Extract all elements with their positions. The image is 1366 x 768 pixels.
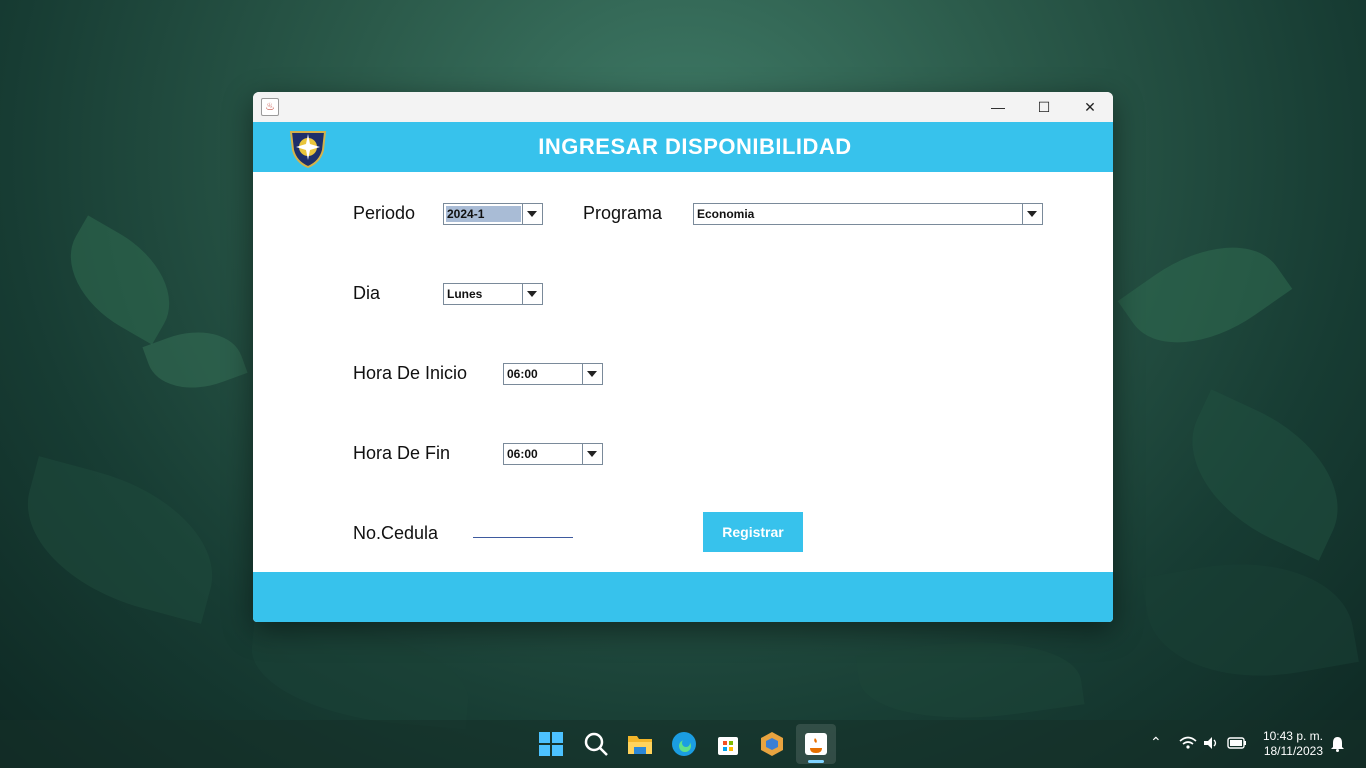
store-icon[interactable] xyxy=(714,730,742,758)
close-button[interactable]: ✕ xyxy=(1067,92,1113,122)
java-cup-icon: ♨ xyxy=(261,98,279,116)
window-titlebar[interactable]: ♨ — ☐ ✕ xyxy=(253,92,1113,122)
hora-fin-select[interactable]: 06:00 xyxy=(503,443,603,465)
volume-icon[interactable] xyxy=(1203,736,1219,750)
chevron-down-icon[interactable] xyxy=(522,284,542,304)
active-indicator xyxy=(808,760,824,763)
programa-select[interactable]: Economia xyxy=(693,203,1043,225)
hora-inicio-label: Hora De Inicio xyxy=(353,363,468,383)
dia-label: Dia xyxy=(353,283,381,303)
cedula-label: No.Cedula xyxy=(353,523,439,543)
box-app-icon[interactable] xyxy=(758,730,786,758)
maximize-button[interactable]: ☐ xyxy=(1021,92,1067,122)
windows-start-icon[interactable] xyxy=(537,730,565,758)
chevron-down-icon[interactable] xyxy=(582,444,602,464)
dia-value: Lunes xyxy=(447,287,483,301)
page-title: INGRESAR DISPONIBILIDAD xyxy=(538,134,852,159)
periodo-label: Periodo xyxy=(353,203,416,223)
minimize-button[interactable]: — xyxy=(975,92,1021,122)
hora-inicio-value: 06:00 xyxy=(507,367,538,381)
cedula-input[interactable] xyxy=(473,517,573,537)
dia-select[interactable]: Lunes xyxy=(443,283,543,305)
battery-icon[interactable] xyxy=(1227,737,1247,749)
periodo-select[interactable]: 2024-1 xyxy=(443,203,543,225)
programa-label: Programa xyxy=(583,203,663,223)
java-app-icon[interactable] xyxy=(802,730,830,758)
chevron-up-icon[interactable]: ⌃ xyxy=(1150,734,1162,751)
chevron-down-icon[interactable] xyxy=(582,364,602,384)
file-explorer-icon[interactable] xyxy=(626,730,654,758)
system-clock[interactable]: 10:43 p. m. 18/11/2023 xyxy=(1263,729,1323,759)
bell-icon[interactable] xyxy=(1330,736,1345,752)
footer-banner xyxy=(253,572,1113,622)
wifi-icon[interactable] xyxy=(1179,736,1197,750)
chevron-down-icon[interactable] xyxy=(522,204,542,224)
hora-fin-value: 06:00 xyxy=(507,447,538,461)
clock-time: 10:43 p. m. xyxy=(1262,729,1323,743)
registrar-button[interactable]: Registrar xyxy=(703,512,803,552)
periodo-value: 2024-1 xyxy=(446,206,521,222)
programa-value: Economia xyxy=(697,207,755,221)
search-icon[interactable] xyxy=(582,730,610,758)
taskbar: ⌃ 10:43 p. m. 18/11/2023 xyxy=(0,720,1366,768)
edge-icon[interactable] xyxy=(670,730,698,758)
clock-date: 18/11/2023 xyxy=(1263,744,1323,758)
cedula-underline xyxy=(473,537,573,538)
hora-fin-label: Hora De Fin xyxy=(353,443,451,463)
hora-inicio-select[interactable]: 06:00 xyxy=(503,363,603,385)
chevron-down-icon[interactable] xyxy=(1022,204,1042,224)
app-window: ♨ — ☐ ✕ INGRESAR DISPONIBILIDAD Periodo … xyxy=(253,92,1113,622)
header-banner: INGRESAR DISPONIBILIDAD xyxy=(253,122,1113,172)
